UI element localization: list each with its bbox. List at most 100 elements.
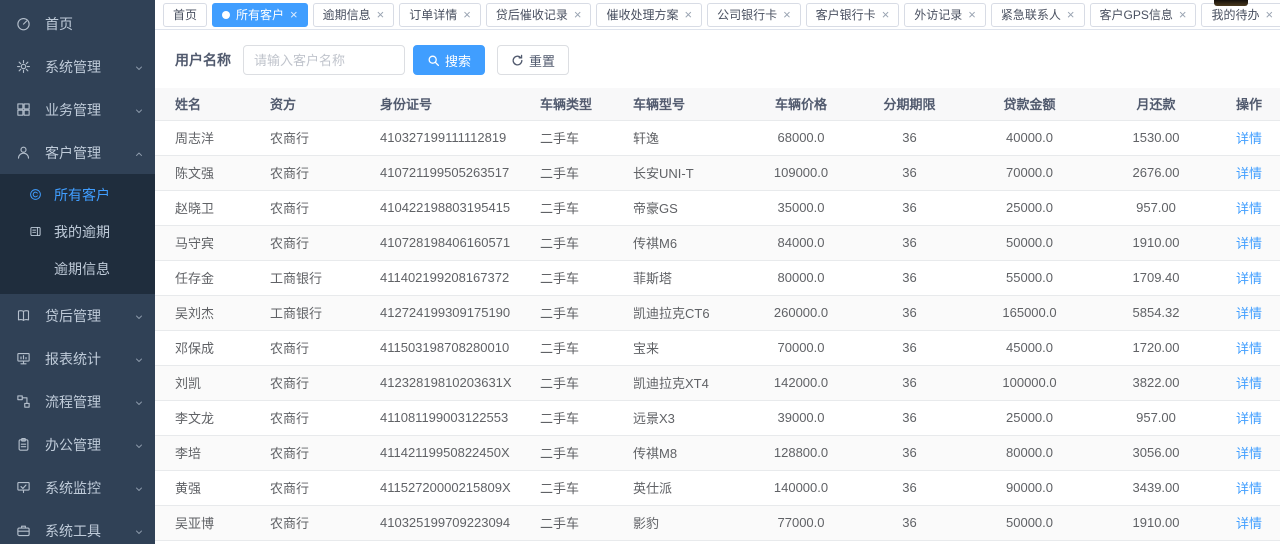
cell-id-number: 410325199709223094: [380, 505, 540, 540]
cell-vehicle-model: 菲斯塔: [633, 260, 745, 295]
cell-vehicle-type: 二手车: [540, 435, 633, 470]
cell-loan-amount: 40000.0: [962, 120, 1097, 155]
cell-loan-amount: 50000.0: [962, 225, 1097, 260]
tab-label: 外访记录: [914, 6, 962, 23]
search-button[interactable]: 搜索: [413, 45, 485, 75]
home-icon: [15, 16, 31, 32]
tab-overdue-info[interactable]: 逾期信息×: [313, 3, 395, 27]
tab-label: 公司银行卡: [717, 6, 777, 23]
cell-vehicle-price: 77000.0: [745, 505, 857, 540]
tab-company-bank-card[interactable]: 公司银行卡 ×: [707, 3, 801, 27]
active-tab-dot-icon: [222, 11, 230, 19]
cell-monthly-payment: 3439.00: [1097, 470, 1215, 505]
detail-link[interactable]: 详情: [1236, 341, 1262, 356]
tab-close-icon[interactable]: ×: [1067, 8, 1075, 21]
cell-funder: 农商行: [270, 470, 380, 505]
cell-installment-term: 36: [857, 540, 962, 544]
detail-link[interactable]: 详情: [1236, 306, 1262, 321]
sidebar: 首页系统管理业务管理客户管理所有客户我的逾期逾期信息贷后管理报表统计流程管理办公…: [0, 0, 155, 544]
tab-close-icon[interactable]: ×: [1179, 8, 1187, 21]
cell-monthly-payment: 2676.00: [1097, 155, 1215, 190]
detail-link[interactable]: 详情: [1236, 481, 1262, 496]
search-input[interactable]: [243, 45, 405, 75]
tab-home[interactable]: 首页: [163, 3, 207, 27]
cell-funder: 农商行: [270, 225, 380, 260]
cell-operation: 详情: [1215, 120, 1280, 155]
tab-close-icon[interactable]: ×: [882, 8, 890, 21]
sidebar-submenu-customer-mgmt: 所有客户我的逾期逾期信息: [0, 174, 155, 294]
tools-icon: [15, 523, 31, 539]
cell-installment-term: 36: [857, 295, 962, 330]
sidebar-item-postloan-mgmt[interactable]: 贷后管理: [0, 294, 155, 337]
sidebar-subitem-label: 所有客户: [54, 185, 110, 205]
cell-funder: 工商银行: [270, 295, 380, 330]
cell-operation: 详情: [1215, 190, 1280, 225]
tab-order-detail[interactable]: 订单详情×: [399, 3, 481, 27]
tab-close-icon[interactable]: ×: [783, 8, 791, 21]
sidebar-item-report-stats[interactable]: 报表统计: [0, 337, 155, 380]
cell-installment-term: 36: [857, 365, 962, 400]
sidebar-subitem-overdue-info[interactable]: 逾期信息: [0, 250, 155, 287]
chevron-down-icon: [133, 310, 145, 322]
col-header-installment-term: 分期期限: [857, 88, 962, 120]
detail-link[interactable]: 详情: [1236, 516, 1262, 531]
sidebar-item-label: 业务管理: [45, 100, 133, 120]
tab-close-icon[interactable]: ×: [574, 8, 582, 21]
app-window: 首页系统管理业务管理客户管理所有客户我的逾期逾期信息贷后管理报表统计流程管理办公…: [0, 0, 1280, 544]
tab-close-icon[interactable]: ×: [684, 8, 692, 21]
sidebar-item-home[interactable]: 首页: [0, 2, 155, 45]
monitor-icon: [15, 480, 31, 496]
sidebar-item-business-mgmt[interactable]: 业务管理: [0, 88, 155, 131]
tab-close-icon[interactable]: ×: [290, 8, 298, 21]
col-header-operation: 操作: [1215, 88, 1280, 120]
sidebar-item-system-tools[interactable]: 系统工具: [0, 509, 155, 544]
tab-close-icon[interactable]: ×: [968, 8, 976, 21]
detail-link[interactable]: 详情: [1236, 411, 1262, 426]
tab-customer-bank-card[interactable]: 客户银行卡×: [806, 3, 900, 27]
gear-icon: [15, 59, 31, 75]
business-icon: [15, 102, 31, 118]
cell-id-number: 41152720000215809X: [380, 470, 540, 505]
tab-customer-gps[interactable]: 客户GPS信息×: [1090, 3, 1197, 27]
cell-funder: 农商行: [270, 435, 380, 470]
detail-link[interactable]: 详情: [1236, 201, 1262, 216]
detail-link[interactable]: 详情: [1236, 376, 1262, 391]
cell-loan-amount: 90000.0: [962, 470, 1097, 505]
tab-emergency-contacts[interactable]: 紧急联系人×: [991, 3, 1085, 27]
table-row: 李培农商行41142119950822450X二手车传祺M8128800.036…: [155, 435, 1280, 470]
detail-link[interactable]: 详情: [1236, 271, 1262, 286]
sidebar-item-system-mgmt[interactable]: 系统管理: [0, 45, 155, 88]
cell-vehicle-model: 帝豪GS: [633, 190, 745, 225]
cell-id-number: 412724199309175190: [380, 295, 540, 330]
tab-my-todo[interactable]: 我的待办×: [1201, 3, 1280, 27]
sidebar-item-system-monitor[interactable]: 系统监控: [0, 466, 155, 509]
sidebar-item-office-mgmt[interactable]: 办公管理: [0, 423, 155, 466]
cell-id-number: 410423199211083426: [380, 540, 540, 544]
cell-name: 马守宾: [155, 225, 270, 260]
sidebar-item-customer-mgmt[interactable]: 客户管理: [0, 131, 155, 174]
sidebar-subitem-my-overdue[interactable]: 我的逾期: [0, 213, 155, 250]
col-header-vehicle-model: 车辆型号: [633, 88, 745, 120]
cell-funder: 农商行: [270, 505, 380, 540]
tab-collection-plan[interactable]: 催收处理方案×: [596, 3, 702, 27]
detail-link[interactable]: 详情: [1236, 131, 1262, 146]
cell-name: 周志洋: [155, 120, 270, 155]
detail-link[interactable]: 详情: [1236, 166, 1262, 181]
cell-vehicle-price: 80000.0: [745, 260, 857, 295]
sidebar-item-label: 流程管理: [45, 392, 133, 412]
reset-button[interactable]: 重置: [497, 45, 569, 75]
tab-close-icon[interactable]: ×: [1265, 8, 1273, 21]
sidebar-item-process-mgmt[interactable]: 流程管理: [0, 380, 155, 423]
sidebar-subitem-all-customers[interactable]: 所有客户: [0, 176, 155, 213]
table-row: 陈文强农商行410721199505263517二手车长安UNI-T109000…: [155, 155, 1280, 190]
tab-postloan-collection-records[interactable]: 贷后催收记录×: [486, 3, 592, 27]
cell-loan-amount: 165000.0: [962, 295, 1097, 330]
tab-all-customers[interactable]: 所有客户×: [212, 3, 308, 27]
detail-link[interactable]: 详情: [1236, 446, 1262, 461]
tab-close-icon[interactable]: ×: [377, 8, 385, 21]
detail-link[interactable]: 详情: [1236, 236, 1262, 251]
tab-close-icon[interactable]: ×: [463, 8, 471, 21]
cell-vehicle-model: 传祺M8: [633, 435, 745, 470]
tab-field-visit-records[interactable]: 外访记录 ×: [904, 3, 986, 27]
cell-vehicle-price: 142000.0: [745, 365, 857, 400]
